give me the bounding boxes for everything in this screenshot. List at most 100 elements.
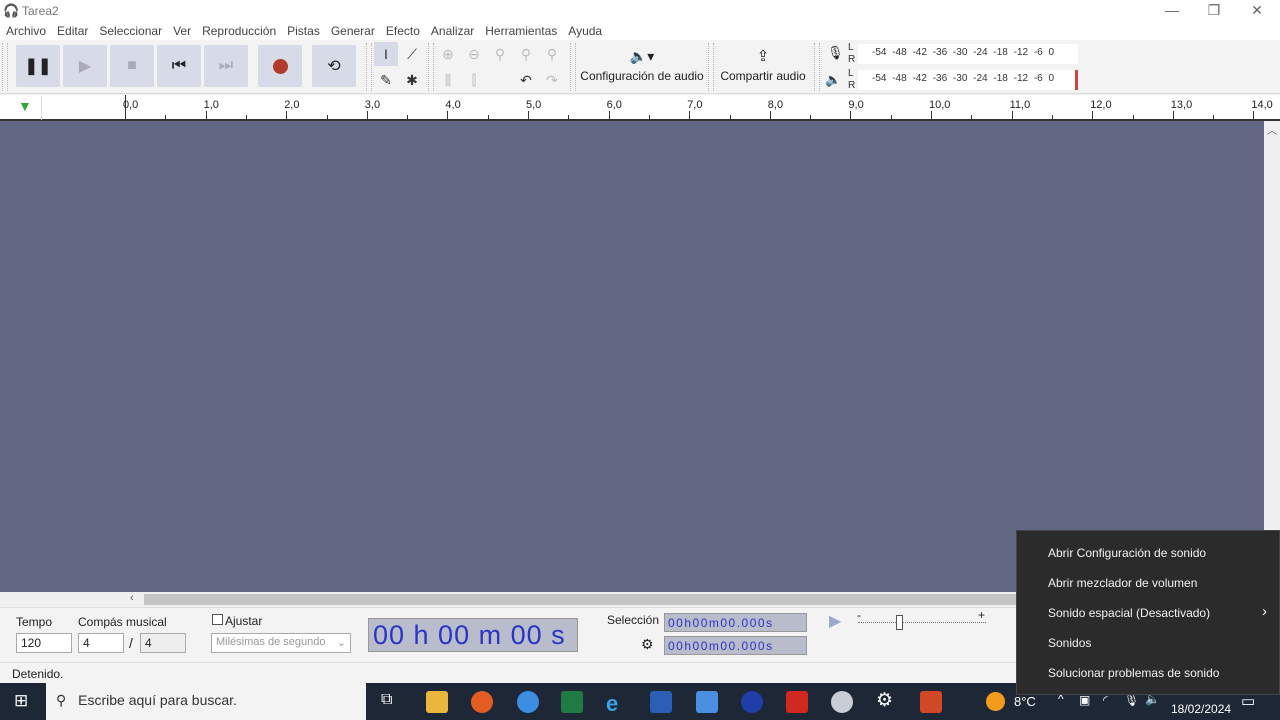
toolbar: ❚❚ ▶ ■ ⏮ ⏭ ⟲ I ⟋ ✎ ✱ ⊕ ⊖ ⚲ ⚲ ⚲ ⫼ ⫿ ↶ ↷ 🔈… [0,40,1280,94]
windows-start-icon[interactable]: ⊞ [14,691,28,711]
menu-item-troubleshoot[interactable]: Solucionar problemas de sonido [1048,666,1219,680]
ruler-label: 13,0 [1170,99,1193,111]
firefox-icon[interactable] [471,691,493,713]
ruler-minor-tick [810,115,812,119]
time-sig-denominator[interactable]: 4 [140,633,186,653]
word-icon[interactable] [650,691,672,713]
time-sig-numerator[interactable]: 4 [78,633,124,653]
selection-start[interactable]: 00h00m00.000s [664,613,807,632]
menu-generar[interactable]: Generar [325,21,380,38]
record-icon [272,58,288,74]
selection-end[interactable]: 00h00m00.000s [664,636,807,655]
play-button[interactable]: ▶ [63,45,107,87]
weather-icon[interactable] [986,692,1005,711]
playback-meter[interactable]: -54 -48 -42 -36 -30 -24 -18 -12 -6 0 [858,70,1078,90]
snap-checkbox[interactable] [212,614,223,625]
envelope-icon: ⟋ [407,45,417,62]
weather-temp[interactable]: 8°C [1014,694,1036,709]
time-display[interactable]: 00 h 00 m 00 s [368,618,578,652]
share-audio-button[interactable]: ⇪ Compartir audio [716,43,810,89]
tray-app-icon[interactable]: ▣ [1079,693,1090,707]
skip-end-button[interactable]: ⏭ [204,45,248,87]
ruler-tick [1092,111,1094,119]
powerpoint-icon[interactable] [920,691,942,713]
menu-item-spatial-sound[interactable]: Sonido espacial (Desactivado) [1048,606,1210,620]
timeline-ruler[interactable]: ▼ 0,0 1,0 2,0 3,0 4,0 5,0 6,0 7,0 8,0 9,0 10,0 11,0… [0,95,1280,121]
ruler-minor-tick [890,115,892,119]
menu-archivo[interactable]: Archivo [0,21,51,38]
menu-item-sounds[interactable]: Sonidos [1048,636,1091,650]
toolbar-grip[interactable] [2,43,8,91]
gear-icon[interactable]: ⚙ [641,636,654,653]
menu-item-sound-settings[interactable]: Abrir Configuración de sonido [1048,546,1206,560]
document-icon[interactable] [696,691,718,713]
zoom-out-button[interactable]: ⊖ [462,42,486,66]
tempo-input[interactable]: 120 [16,633,72,653]
toolbar-grip[interactable] [570,43,576,91]
file-explorer-icon[interactable] [426,691,448,713]
menu-ver[interactable]: Ver [167,21,196,38]
toolbar-grip[interactable] [814,43,820,91]
triangle-down-icon: ▼ [18,98,32,114]
skip-start-button[interactable]: ⏮ [157,45,201,87]
menu-item-volume-mixer[interactable]: Abrir mezclador de volumen [1048,576,1197,590]
wifi-icon[interactable]: ◜ [1103,693,1108,707]
menu-ayuda[interactable]: Ayuda [562,21,607,38]
microphone-tray-icon[interactable]: 🎙 [1124,693,1139,707]
toolbar-grip[interactable] [428,43,434,91]
snap-unit-value: Milésimas de segundo [216,636,326,648]
selection-tool[interactable]: I [374,42,398,66]
speed-slider[interactable] [858,622,986,623]
record-button[interactable] [258,45,302,87]
silence-button[interactable]: ⫿ [462,68,486,92]
fit-project-button[interactable]: ⚲ [514,42,538,66]
ruler-minor-tick [407,115,409,119]
loop-button[interactable]: ⟲ [312,45,356,87]
menu-efecto[interactable]: Efecto [380,21,425,38]
settings-gear-icon[interactable]: ⚙ [876,689,893,712]
audio-setup-button[interactable]: 🔈▾ Configuración de audio [578,43,706,89]
menu-analizar[interactable]: Analizar [425,21,479,38]
zoom-toggle-button[interactable]: ⚲ [540,42,564,66]
internet-explorer-icon[interactable]: e [606,691,628,716]
minimize-button[interactable]: — [1157,2,1187,20]
speed-slider-handle[interactable] [896,615,903,630]
trim-icon: ⫼ [444,71,452,88]
chrome-icon[interactable] [517,691,539,713]
redo-button[interactable]: ↷ [540,68,564,92]
toolbar-grip[interactable] [366,43,372,91]
menu-reproduccion[interactable]: Reproducción [196,21,281,38]
close-button[interactable]: ✕ [1242,2,1272,20]
undo-button[interactable]: ↶ [514,68,538,92]
menu-herramientas[interactable]: Herramientas [479,21,562,38]
search-placeholder: Escribe aquí para buscar. [78,692,237,708]
draw-tool[interactable]: ✎ [374,68,398,92]
audacity-icon[interactable] [741,691,763,713]
menu-seleccionar[interactable]: Seleccionar [93,21,167,38]
vertical-scrollbar[interactable]: ︿ [1264,121,1280,592]
excel-icon[interactable] [561,691,583,713]
menu-pistas[interactable]: Pistas [281,21,325,38]
trim-button[interactable]: ⫼ [436,68,460,92]
timeline-options-button[interactable]: ▼ [14,96,42,120]
track-area[interactable] [0,121,1264,592]
play-at-speed-icon[interactable]: ▶ [829,611,841,631]
restore-button[interactable]: ❐ [1199,2,1229,20]
fit-selection-button[interactable]: ⚲ [488,42,512,66]
toolbar-grip[interactable] [708,43,714,91]
snap-unit-select[interactable]: Milésimas de segundo ⌄ [211,633,351,653]
envelope-tool[interactable]: ⟋ [400,42,424,66]
menu-editar[interactable]: Editar [51,21,93,38]
multi-tool[interactable]: ✱ [400,68,424,92]
app-headphones-icon: 🎧 [3,3,20,18]
app-icon[interactable] [831,691,853,713]
speed-min-label: - [857,608,861,622]
pause-button[interactable]: ❚❚ [16,45,60,87]
stop-button[interactable]: ■ [110,45,154,87]
acrobat-icon[interactable] [786,691,808,713]
recording-meter[interactable]: -54 -48 -42 -36 -30 -24 -18 -12 -6 0 [858,44,1078,64]
taskbar-date[interactable]: 18/02/2024 [1171,702,1231,716]
task-view-icon[interactable]: ⧉ [381,691,392,709]
zoom-in-button[interactable]: ⊕ [436,42,460,66]
taskbar-search[interactable]: ⚲ Escribe aquí para buscar. [46,683,366,720]
